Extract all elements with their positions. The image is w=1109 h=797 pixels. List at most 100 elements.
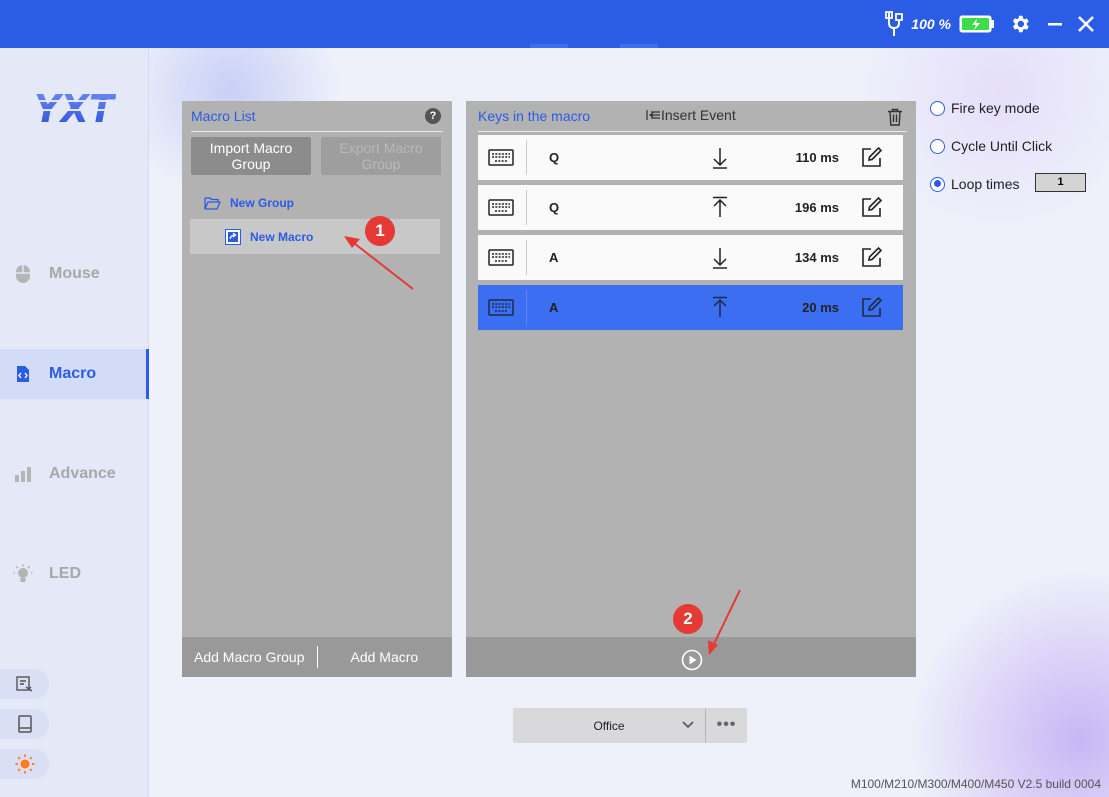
trash-icon[interactable]	[887, 108, 903, 126]
folder-open-icon	[204, 197, 221, 210]
macro-file-icon	[225, 228, 241, 245]
row-divider	[526, 240, 527, 275]
play-icon[interactable]	[681, 649, 703, 671]
tab-indicator	[620, 44, 658, 48]
keyboard-icon	[488, 149, 514, 166]
sidebar-item-label: Mouse	[49, 265, 100, 282]
row-divider	[526, 290, 527, 325]
loop-times-option[interactable]: Loop times	[930, 176, 1019, 192]
key-delay[interactable]: 196 ms	[795, 200, 839, 215]
loop-times-label: Loop times	[951, 176, 1020, 192]
key-delay[interactable]: 20 ms	[802, 300, 839, 315]
tab-indicator	[530, 44, 568, 48]
key-delay[interactable]: 110 ms	[796, 150, 839, 165]
keys-panel-footer	[466, 637, 916, 677]
key-delay[interactable]: 134 ms	[795, 250, 839, 265]
chevron-down-icon[interactable]	[682, 720, 694, 730]
keys-panel-title: Keys in the macro	[478, 108, 591, 124]
keyboard-icon	[488, 249, 514, 266]
svg-text:YXT: YXT	[34, 88, 116, 128]
sidebar-item-mouse[interactable]: Mouse	[0, 249, 149, 299]
close-icon[interactable]	[1077, 15, 1095, 33]
keyboard-icon	[488, 199, 514, 216]
key-down-arrow-icon	[713, 148, 727, 169]
row-divider	[526, 140, 527, 175]
key-down-arrow-icon	[713, 248, 727, 269]
macro-key-row[interactable]: A 134 ms	[478, 235, 903, 280]
insert-arrow-icon	[646, 110, 660, 120]
export-macro-group-button[interactable]: Export Macro Group	[321, 137, 441, 175]
sidebar-item-label: Advance	[49, 465, 116, 482]
macro-key-row[interactable]: Q 196 ms	[478, 185, 903, 230]
key-name: Q	[549, 150, 560, 165]
group-name: New Group	[230, 196, 295, 210]
macro-group-item[interactable]: New Group	[204, 193, 294, 213]
sidebar-item-macro[interactable]: Macro	[0, 349, 149, 399]
import-macro-group-button[interactable]: Import Macro Group	[191, 137, 311, 175]
cycle-until-click-option[interactable]: Cycle Until Click	[930, 138, 1052, 154]
gear-icon[interactable]	[1009, 13, 1031, 35]
theme-button[interactable]	[0, 749, 49, 779]
feedback-button[interactable]	[0, 669, 49, 699]
sidebar-item-label: Macro	[49, 365, 97, 382]
radio-cycle-until-click[interactable]	[930, 138, 945, 154]
mouse-icon	[13, 264, 33, 284]
radio-fire-key-mode[interactable]	[930, 100, 945, 116]
fire-key-mode-label: Fire key mode	[951, 100, 1040, 116]
bar-chart-icon	[13, 464, 33, 484]
row-divider	[526, 190, 527, 225]
annotation-badge-2: 2	[673, 604, 703, 634]
edit-icon[interactable]	[860, 296, 883, 319]
radio-loop-times[interactable]	[930, 176, 945, 192]
profile-selector[interactable]: Office •••	[513, 708, 747, 743]
cycle-until-click-label: Cycle Until Click	[951, 138, 1053, 154]
sidebar-item-led[interactable]: LED	[0, 549, 149, 599]
more-options-button[interactable]: •••	[706, 716, 747, 734]
add-macro-button[interactable]: Add Macro	[351, 649, 419, 665]
manual-book-icon	[17, 715, 32, 733]
key-name: A	[549, 250, 559, 265]
edit-icon[interactable]	[860, 146, 883, 169]
sidebar: YXT Mouse Macro Advance LED	[0, 48, 149, 797]
key-up-arrow-icon	[713, 196, 727, 217]
fire-key-mode-option[interactable]: Fire key mode	[930, 100, 1040, 116]
macro-key-row[interactable]: Q 110 ms	[478, 135, 903, 180]
edit-icon[interactable]	[860, 246, 883, 269]
keyboard-icon	[488, 299, 514, 316]
sidebar-item-advance[interactable]: Advance	[0, 449, 149, 499]
sun-theme-icon	[15, 754, 34, 774]
footer-divider	[316, 646, 318, 668]
yxt-logo: YXT	[32, 88, 116, 128]
macro-item-selected[interactable]: New Macro	[190, 219, 440, 254]
key-name: Q	[549, 200, 560, 215]
macro-file-icon	[13, 364, 33, 384]
macro-list-header: Macro List ?	[191, 101, 443, 132]
macro-key-row[interactable]: A 20 ms	[478, 285, 903, 330]
help-icon[interactable]: ?	[425, 108, 441, 124]
title-bar: 100 %	[0, 0, 1109, 48]
insert-event-button[interactable]: Insert Event	[646, 107, 736, 123]
key-up-arrow-icon	[713, 296, 727, 317]
insert-event-label: Insert Event	[661, 107, 736, 123]
manual-button[interactable]	[0, 709, 49, 739]
annotation-badge-1: 1	[365, 216, 395, 246]
keys-in-macro-panel: Keys in the macro Insert Event Q 110 ms Q 1…	[466, 101, 916, 677]
sidebar-item-label: LED	[49, 565, 81, 582]
profile-name: Office	[593, 719, 625, 733]
light-bulb-icon	[13, 564, 33, 584]
feedback-icon	[15, 676, 32, 692]
keys-panel-header: Keys in the macro Insert Event	[478, 101, 907, 132]
version-label: M100/M210/M300/M400/M450 V2.5 build 0004	[850, 777, 1101, 791]
minimize-icon[interactable]	[1047, 16, 1063, 32]
key-name: A	[549, 300, 559, 315]
macro-list-panel: Macro List ? Import Macro Group Export M…	[182, 101, 452, 677]
battery-percent: 100 %	[911, 16, 951, 32]
macro-list-footer: Add Macro Group Add Macro	[182, 637, 452, 677]
macro-list-title: Macro List	[191, 108, 256, 124]
edit-icon[interactable]	[860, 196, 883, 219]
macro-name: New Macro	[250, 229, 314, 244]
add-macro-group-button[interactable]: Add Macro Group	[194, 649, 305, 665]
usb-cable-icon	[885, 11, 904, 36]
loop-times-input[interactable]: 1	[1035, 173, 1086, 192]
app-window: 100 % YXT Mouse Macro Advance LED Macro …	[0, 0, 1109, 797]
